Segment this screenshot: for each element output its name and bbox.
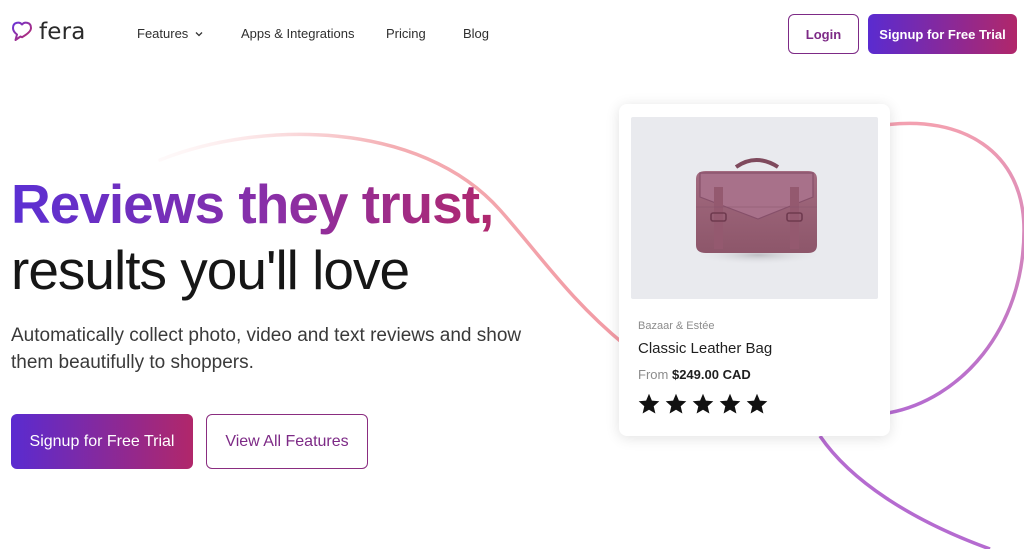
hero-title-line-2: results you'll love xyxy=(11,239,410,301)
nav-item-label: Pricing xyxy=(386,26,426,41)
brand-logo[interactable]: fera xyxy=(10,20,86,44)
hero-subtitle: Automatically collect photo, video and t… xyxy=(11,325,522,373)
price-prefix: From xyxy=(638,367,669,382)
hero-title-line-1: Reviews they trust, xyxy=(11,173,494,235)
nav-item-pricing[interactable]: Pricing xyxy=(386,26,426,41)
signup-free-trial-button[interactable]: Signup for Free Trial xyxy=(868,14,1017,54)
login-button[interactable]: Login xyxy=(788,14,859,54)
star-icon xyxy=(665,393,687,414)
star-icon xyxy=(692,393,714,414)
view-all-features-button[interactable]: View All Features xyxy=(206,414,368,469)
hero-signup-button[interactable]: Signup for Free Trial xyxy=(11,414,193,469)
leather-bag-image xyxy=(692,158,824,265)
nav-item-apps-integrations[interactable]: Apps & Integrations xyxy=(241,26,354,41)
star-icon xyxy=(719,393,741,414)
star-rating xyxy=(637,392,769,416)
nav-item-label: Blog xyxy=(463,26,490,41)
nav-item-blog[interactable]: Blog xyxy=(463,26,489,41)
nav-item-features[interactable]: Features xyxy=(137,26,204,41)
star-icon xyxy=(746,393,768,414)
product-price: From $249.00 CAD xyxy=(638,367,751,382)
product-name[interactable]: Classic Leather Bag xyxy=(638,340,772,357)
nav-item-label: Features xyxy=(137,26,189,41)
chevron-down-icon xyxy=(195,31,203,36)
star-icon xyxy=(638,393,660,414)
product-brand: Bazaar & Estée xyxy=(638,320,715,332)
heart-speech-bubble-icon xyxy=(12,21,32,41)
nav-item-label: Apps & Integrations xyxy=(241,26,355,41)
price-amount: $249.00 CAD xyxy=(671,367,751,382)
product-image[interactable] xyxy=(631,117,878,299)
top-navigation-bar: fera Features Apps & Integrations Pricin… xyxy=(0,0,1024,68)
product-card: Bazaar & Estée Classic Leather Bag From … xyxy=(619,104,890,436)
brand-name: fera xyxy=(39,19,86,45)
